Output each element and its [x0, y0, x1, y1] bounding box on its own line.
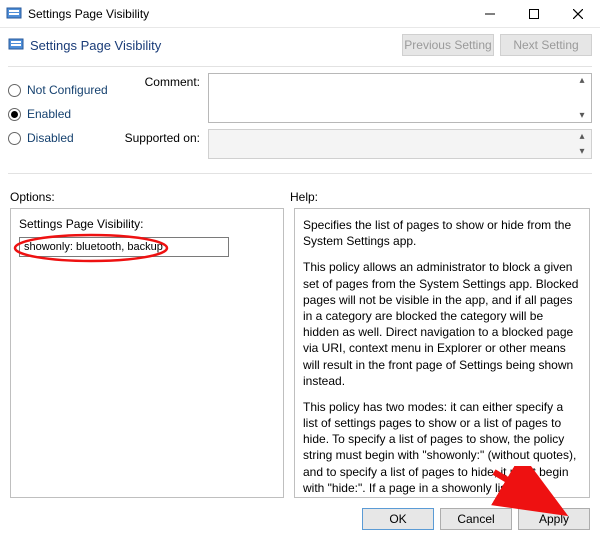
comment-label: Comment:	[118, 73, 208, 123]
page-heading: Settings Page Visibility	[30, 38, 396, 53]
radio-label: Not Configured	[27, 83, 108, 97]
supported-on-box: ▴ ▾	[208, 129, 592, 159]
titlebar: Settings Page Visibility	[0, 0, 600, 28]
help-label: Help:	[290, 190, 590, 204]
form-column: Comment: ▴ ▾ Supported on: ▴ ▾	[118, 73, 592, 165]
help-paragraph: This policy has two modes: it can either…	[303, 399, 581, 498]
header-row: Settings Page Visibility Previous Settin…	[0, 28, 600, 66]
apply-button[interactable]: Apply	[518, 508, 590, 530]
scroll-down-icon[interactable]: ▾	[575, 146, 589, 157]
dialog-footer: OK Cancel Apply	[0, 498, 600, 530]
help-paragraph: This policy allows an administrator to b…	[303, 259, 581, 389]
radio-icon	[8, 108, 21, 121]
scroll-down-icon[interactable]: ▾	[575, 110, 589, 121]
previous-setting-button[interactable]: Previous Setting	[402, 34, 494, 56]
radio-icon	[8, 84, 21, 97]
next-setting-button[interactable]: Next Setting	[500, 34, 592, 56]
help-paragraph: Specifies the list of pages to show or h…	[303, 217, 581, 249]
options-field-label: Settings Page Visibility:	[19, 217, 275, 231]
minimize-button[interactable]	[468, 0, 512, 28]
help-panel: Specifies the list of pages to show or h…	[294, 208, 590, 498]
comment-textarea[interactable]: ▴ ▾	[208, 73, 592, 123]
options-panel: Settings Page Visibility:	[10, 208, 284, 498]
ok-button[interactable]: OK	[362, 508, 434, 530]
policy-icon	[6, 6, 22, 22]
divider	[8, 173, 592, 174]
state-radio-group: Not Configured Enabled Disabled	[8, 73, 118, 165]
radio-not-configured[interactable]: Not Configured	[8, 83, 118, 97]
cancel-button[interactable]: Cancel	[440, 508, 512, 530]
config-area: Not Configured Enabled Disabled Comment:…	[0, 73, 600, 165]
panels-row: Settings Page Visibility: Specifies the …	[0, 208, 600, 498]
radio-disabled[interactable]: Disabled	[8, 131, 118, 145]
close-button[interactable]	[556, 0, 600, 28]
options-label: Options:	[10, 190, 290, 204]
scroll-up-icon[interactable]: ▴	[575, 75, 589, 86]
window-title: Settings Page Visibility	[28, 7, 468, 21]
help-text: Specifies the list of pages to show or h…	[303, 217, 581, 498]
radio-icon	[8, 132, 21, 145]
scroll-up-icon[interactable]: ▴	[575, 131, 589, 142]
radio-enabled[interactable]: Enabled	[8, 107, 118, 121]
divider	[8, 66, 592, 67]
radio-label: Disabled	[27, 131, 74, 145]
section-labels: Options: Help:	[0, 180, 600, 208]
settings-visibility-input[interactable]	[19, 237, 229, 257]
maximize-button[interactable]	[512, 0, 556, 28]
supported-label: Supported on:	[118, 129, 208, 159]
policy-icon	[8, 37, 24, 53]
radio-label: Enabled	[27, 107, 71, 121]
